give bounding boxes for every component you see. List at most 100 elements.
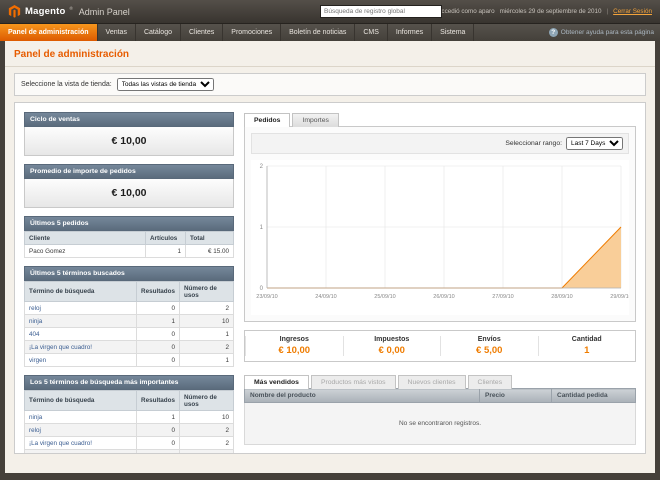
- table-cell[interactable]: 404: [25, 450, 137, 455]
- tab-new-customers[interactable]: Nuevos clientes: [398, 375, 466, 389]
- nav-item-dashboard[interactable]: Panel de administración: [0, 24, 98, 41]
- nav-item-customers[interactable]: Clientes: [181, 24, 223, 41]
- tab-customers[interactable]: Clientes: [468, 375, 513, 389]
- page-header: Panel de administración: [5, 41, 655, 67]
- lifetime-sales-title: Ciclo de ventas: [24, 112, 234, 127]
- stat-value: € 10,00: [246, 345, 343, 356]
- table-row: 40401: [25, 450, 234, 455]
- table-cell: 0: [137, 341, 180, 354]
- store-view-select[interactable]: Todas las vistas de tienda: [117, 78, 214, 91]
- stat-label: Impuestos: [344, 336, 441, 343]
- chart-tabs: PedidosImportes: [244, 113, 636, 127]
- nav-item-catalog[interactable]: Catálogo: [136, 24, 181, 41]
- nav-items: Panel de administraciónVentasCatálogoCli…: [0, 24, 474, 41]
- tab-orders[interactable]: Pedidos: [244, 113, 290, 127]
- dashboard-sidebar: Ciclo de ventas € 10,00 Promedio de impo…: [24, 112, 234, 444]
- magento-admin-window: Magento® Admin Panel Accedió como aparo …: [0, 0, 660, 480]
- stat-revenue: Ingresos€ 10,00: [245, 336, 343, 356]
- table-cell[interactable]: reloj: [25, 424, 137, 437]
- nav-item-system[interactable]: Sistema: [432, 24, 474, 41]
- stat-tax: Impuestos€ 0,00: [343, 336, 441, 356]
- svg-text:29/09/10: 29/09/10: [610, 294, 629, 300]
- table-row: ninja110: [25, 315, 234, 328]
- orders-chart: 01223/09/1024/09/1025/09/1026/09/1027/09…: [251, 160, 629, 310]
- table-cell: 1: [137, 315, 180, 328]
- last-orders-panel: Últimos 5 pedidos ClienteArtículosTotalP…: [24, 216, 234, 258]
- tab-amounts[interactable]: Importes: [292, 113, 338, 127]
- tab-most-viewed[interactable]: Productos más vistos: [311, 375, 396, 389]
- column-header: Término de búsqueda: [25, 282, 137, 302]
- svg-text:0: 0: [260, 286, 264, 292]
- tab-bestsellers[interactable]: Más vendidos: [244, 375, 309, 389]
- table-cell: 0: [137, 302, 180, 315]
- separator: |: [607, 8, 609, 15]
- top-search-terms-title: Los 5 términos de búsqueda más important…: [24, 375, 234, 390]
- table-row: ¡La virgen que cuadro!02: [25, 341, 234, 354]
- totals-bar: Ingresos€ 10,00Impuestos€ 0,00Envíos€ 5,…: [244, 330, 636, 362]
- table-row: Paco Gomez1€ 15.00: [25, 245, 234, 258]
- magento-logo[interactable]: Magento® Admin Panel: [8, 5, 130, 18]
- nav-item-promotions[interactable]: Promociones: [223, 24, 281, 41]
- table-cell[interactable]: ninja: [25, 315, 137, 328]
- nav-item-reports[interactable]: Informes: [388, 24, 432, 41]
- help-link[interactable]: ? Obtener ayuda para esta página: [543, 24, 660, 41]
- nav-item-newsletter[interactable]: Boletín de noticias: [281, 24, 355, 41]
- svg-text:25/09/10: 25/09/10: [374, 294, 395, 300]
- products-table: Nombre del productoPrecioCantidad pedida…: [244, 388, 636, 445]
- help-label: Obtener ayuda para esta página: [561, 29, 654, 36]
- column-header: Resultados: [137, 282, 180, 302]
- nav-item-sales[interactable]: Ventas: [98, 24, 136, 41]
- table-cell[interactable]: ¡La virgen que cuadro!: [25, 341, 137, 354]
- brand-suffix: Admin Panel: [79, 7, 130, 17]
- table-cell: 10: [180, 411, 234, 424]
- column-header: Resultados: [137, 391, 180, 411]
- svg-text:2: 2: [260, 164, 264, 170]
- column-header: Número de usos: [180, 391, 234, 411]
- range-select[interactable]: Last 7 Days: [566, 137, 623, 150]
- table-cell[interactable]: ¡La virgen que cuadro!: [25, 437, 137, 450]
- registered-mark: ®: [69, 6, 72, 11]
- table-cell: 1: [137, 411, 180, 424]
- table-cell: 0: [137, 437, 180, 450]
- table-cell: 0: [137, 450, 180, 455]
- top-search-terms-table: Término de búsquedaResultadosNúmero de u…: [24, 390, 234, 454]
- empty-row: No se encontraron registros.: [245, 403, 636, 445]
- svg-text:1: 1: [260, 225, 264, 231]
- column-header: Cantidad pedida: [552, 389, 636, 403]
- table-row: reloj02: [25, 302, 234, 315]
- table-cell: 0: [137, 424, 180, 437]
- store-view-label: Seleccione la vista de tienda:: [21, 81, 112, 88]
- last-orders-table: ClienteArtículosTotalPaco Gomez1€ 15.00: [24, 231, 234, 258]
- column-header: Nombre del producto: [245, 389, 480, 403]
- table-cell[interactable]: ninja: [25, 411, 137, 424]
- logout-link[interactable]: Cerrar Sesión: [613, 8, 652, 15]
- lifetime-sales-value: € 10,00: [24, 127, 234, 156]
- last-orders-title: Últimos 5 pedidos: [24, 216, 234, 231]
- table-row: ninja110: [25, 411, 234, 424]
- average-orders-value: € 10,00: [24, 179, 234, 208]
- dashboard-panel: Ciclo de ventas € 10,00 Promedio de impo…: [14, 102, 646, 454]
- last-search-terms-title: Últimos 5 términos buscados: [24, 266, 234, 281]
- table-cell: 2: [180, 437, 234, 450]
- nav-item-cms[interactable]: CMS: [355, 24, 388, 41]
- empty-message: No se encontraron registros.: [245, 403, 636, 445]
- top-header: Magento® Admin Panel Accedió como aparo …: [0, 0, 660, 24]
- average-orders-panel: Promedio de importe de pedidos € 10,00: [24, 164, 234, 208]
- table-cell: 1: [146, 245, 186, 258]
- content-area: Panel de administración Seleccione la vi…: [5, 41, 655, 473]
- table-cell[interactable]: 404: [25, 328, 137, 341]
- table-cell: 2: [180, 302, 234, 315]
- top-search-terms-panel: Los 5 términos de búsqueda más important…: [24, 375, 234, 454]
- table-cell: 10: [180, 315, 234, 328]
- table-row: virgen01: [25, 354, 234, 367]
- table-cell: 0: [137, 354, 180, 367]
- table-cell[interactable]: virgen: [25, 354, 137, 367]
- column-header: Término de búsqueda: [25, 391, 137, 411]
- stat-value: € 5,00: [441, 345, 538, 356]
- last-search-terms-table: Término de búsquedaResultadosNúmero de u…: [24, 281, 234, 367]
- global-search-input[interactable]: [320, 5, 442, 18]
- table-cell: 1: [180, 328, 234, 341]
- svg-text:24/09/10: 24/09/10: [315, 294, 336, 300]
- table-cell[interactable]: reloj: [25, 302, 137, 315]
- column-header: Cliente: [25, 232, 146, 245]
